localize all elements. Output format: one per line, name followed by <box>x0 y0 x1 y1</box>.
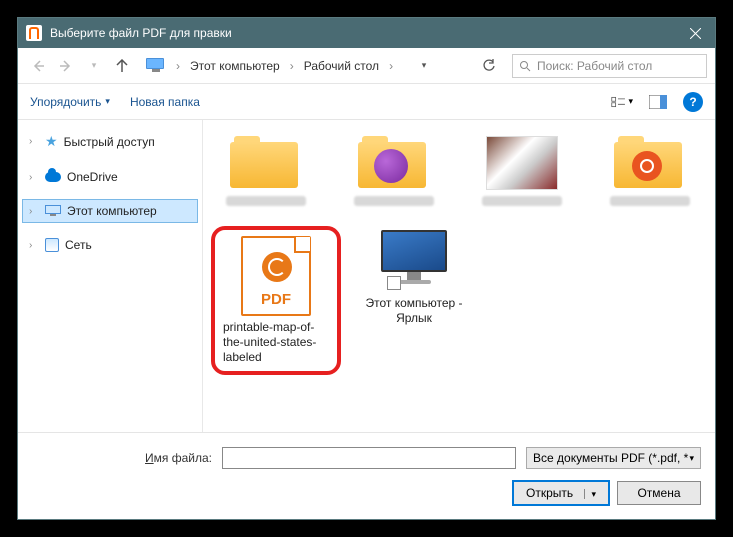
folder-label-blurred <box>354 196 434 206</box>
refresh-button[interactable] <box>478 55 500 77</box>
folder-item[interactable] <box>211 132 321 210</box>
help-button[interactable]: ? <box>683 92 703 112</box>
arrow-up-icon <box>115 59 129 73</box>
chevron-down-icon: ▾ <box>689 453 694 464</box>
organize-button[interactable]: Упорядочить ▾ <box>30 95 110 109</box>
search-icon <box>519 60 531 72</box>
folder-icon <box>614 136 686 190</box>
filetype-filter[interactable]: Все документы PDF (*.pdf, *.pc ▾ <box>526 447 701 469</box>
chevron-right-icon: › <box>389 59 393 73</box>
cloud-icon <box>45 172 61 182</box>
refresh-icon <box>482 59 496 73</box>
close-button[interactable] <box>675 18 715 48</box>
navigation-tree: › ★ Быстрый доступ › OneDrive › Этот ком… <box>18 120 203 432</box>
cancel-button[interactable]: Отмена <box>617 481 701 505</box>
arrow-right-icon <box>59 59 73 73</box>
pdf-icon: PDF <box>241 236 311 316</box>
pc-icon <box>45 205 61 217</box>
view-options-button[interactable]: ▾ <box>611 93 633 111</box>
nav-row: ▾ › Этот компьютер › Рабочий стол › ▾ По… <box>18 48 715 84</box>
preview-icon <box>649 95 667 109</box>
star-icon: ★ <box>45 133 58 150</box>
address-dropdown[interactable]: ▾ <box>413 55 435 77</box>
preview-pane-button[interactable] <box>647 93 669 111</box>
view-icon <box>611 95 626 109</box>
forward-button[interactable] <box>54 54 78 78</box>
shortcut-label: Этот компьютер - Ярлык <box>363 296 465 326</box>
bottom-panel: Имя файла: Все документы PDF (*.pdf, *.p… <box>18 432 715 519</box>
image-item[interactable] <box>467 132 577 210</box>
files-pane[interactable]: PDF printable-map-of-the-united-states-l… <box>203 120 715 432</box>
app-icon <box>26 25 42 41</box>
chevron-down-icon: ▾ <box>584 489 596 499</box>
filename-label: Имя файла: <box>32 451 212 465</box>
tree-item-this-pc[interactable]: › Этот компьютер <box>22 199 198 223</box>
search-placeholder: Поиск: Рабочий стол <box>537 59 652 73</box>
image-thumbnail <box>486 136 558 190</box>
breadcrumb-desktop[interactable]: Рабочий стол <box>304 59 379 73</box>
file-open-dialog: Выберите файл PDF для правки ▾ › Этот ко… <box>17 17 716 520</box>
back-button[interactable] <box>26 54 50 78</box>
toolbar: Упорядочить ▾ Новая папка ▾ ? <box>18 84 715 120</box>
shortcut-item[interactable]: Этот компьютер - Ярлык <box>359 226 469 375</box>
pdf-file-highlighted[interactable]: PDF printable-map-of-the-united-states-l… <box>211 226 341 375</box>
dialog-title: Выберите файл PDF для правки <box>50 26 675 40</box>
address-bar[interactable]: › Этот компьютер › Рабочий стол › <box>146 58 397 74</box>
dialog-body: › ★ Быстрый доступ › OneDrive › Этот ком… <box>18 120 715 432</box>
expand-icon: › <box>29 206 39 217</box>
folder-label-blurred <box>610 196 690 206</box>
network-icon <box>45 238 59 252</box>
pdf-filename: printable-map-of-the-united-states-label… <box>223 320 329 365</box>
filename-input[interactable] <box>222 447 516 469</box>
expand-icon: › <box>29 240 39 251</box>
folder-item[interactable] <box>595 132 705 210</box>
folder-label-blurred <box>226 196 306 206</box>
new-folder-button[interactable]: Новая папка <box>130 95 200 109</box>
expand-icon: › <box>29 172 39 183</box>
tree-item-quick-access[interactable]: › ★ Быстрый доступ <box>22 128 198 155</box>
chevron-right-icon: › <box>290 59 294 73</box>
expand-icon: › <box>29 136 39 147</box>
recent-dropdown[interactable]: ▾ <box>82 54 106 78</box>
folder-item[interactable] <box>339 132 449 210</box>
folder-icon <box>230 136 302 190</box>
tree-item-onedrive[interactable]: › OneDrive <box>22 165 198 189</box>
up-button[interactable] <box>110 54 134 78</box>
breadcrumb-pc[interactable]: Этот компьютер <box>190 59 280 73</box>
close-icon <box>690 28 701 39</box>
search-input[interactable]: Поиск: Рабочий стол <box>512 54 707 78</box>
computer-shortcut-icon <box>377 230 451 292</box>
chevron-down-icon: ▾ <box>628 96 633 107</box>
arrow-left-icon <box>31 59 45 73</box>
chevron-right-icon: › <box>176 59 180 73</box>
tree-item-network[interactable]: › Сеть <box>22 233 198 257</box>
chevron-down-icon: ▾ <box>105 96 110 107</box>
titlebar: Выберите файл PDF для правки <box>18 18 715 48</box>
open-button[interactable]: Открыть ▾ <box>513 481 609 505</box>
folder-icon <box>358 136 430 190</box>
image-label-blurred <box>482 196 562 206</box>
pc-icon <box>146 58 166 74</box>
